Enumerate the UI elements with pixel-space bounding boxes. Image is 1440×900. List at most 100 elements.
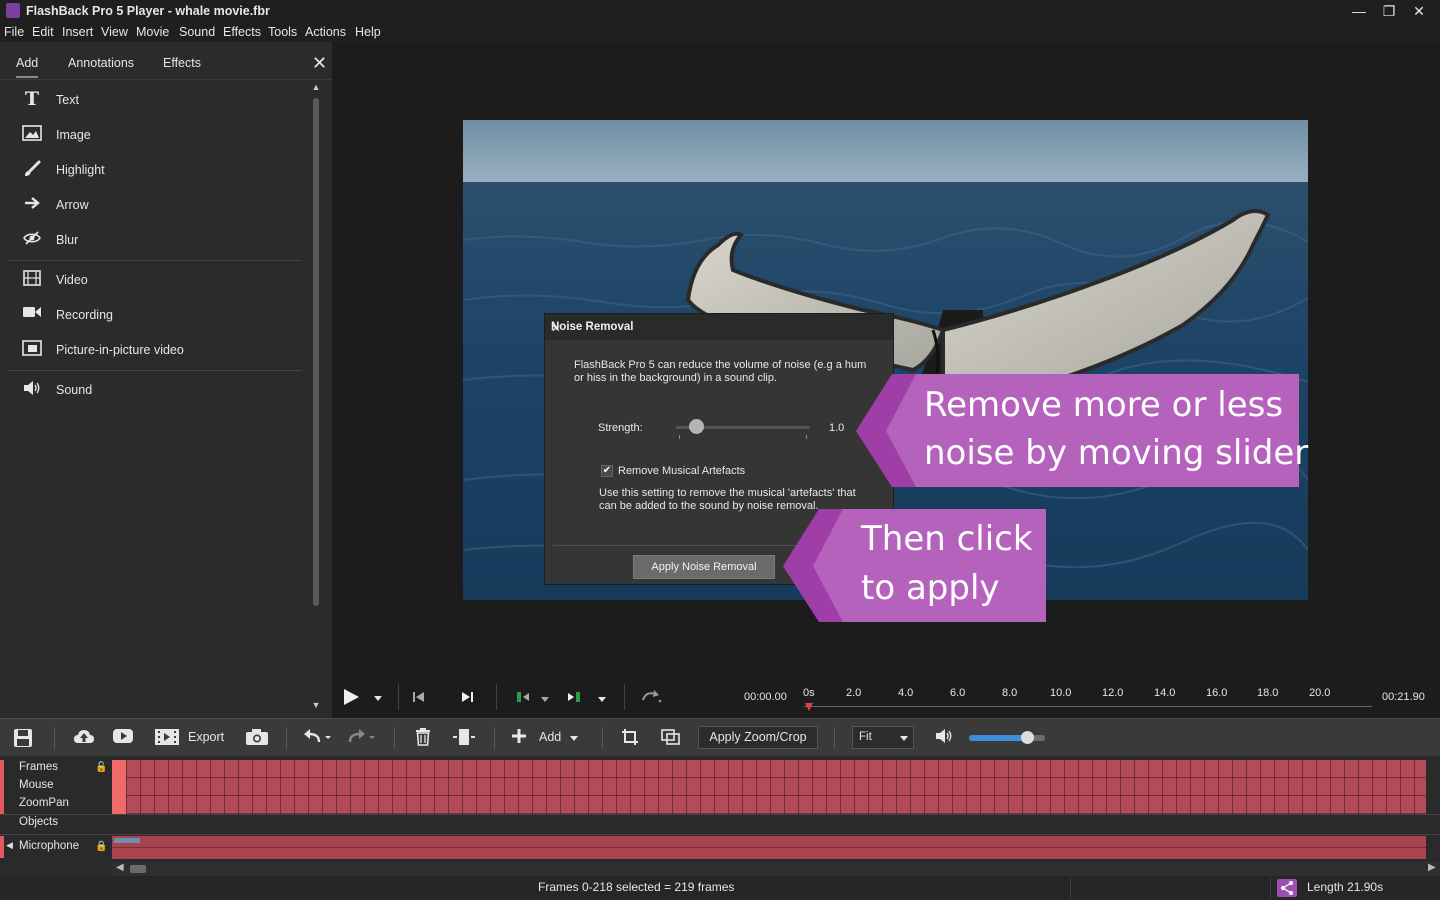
- youtube-icon[interactable]: [112, 728, 134, 749]
- microphone-waveform-track[interactable]: [112, 836, 1426, 859]
- skip-end-icon[interactable]: [460, 690, 474, 707]
- add-item-pip[interactable]: Picture-in-picture video: [8, 333, 302, 367]
- lock-icon[interactable]: 🔓: [95, 762, 107, 773]
- close-window-button[interactable]: ✕: [1404, 2, 1434, 20]
- add-item-arrow[interactable]: Arrow: [8, 188, 302, 222]
- crop-icon[interactable]: [621, 728, 639, 751]
- scroll-left-icon[interactable]: ◀: [116, 862, 124, 873]
- add-plus-icon[interactable]: [511, 728, 527, 749]
- add-item-label: Sound: [56, 383, 93, 397]
- dialog-titlebar: Noise Removal ✕: [545, 314, 893, 340]
- menu-file[interactable]: File: [4, 25, 24, 39]
- volume-slider-track[interactable]: [969, 731, 1045, 744]
- lock-icon[interactable]: 🔒: [95, 841, 107, 852]
- mark-in-icon[interactable]: [516, 690, 532, 707]
- tab-add[interactable]: Add: [16, 56, 39, 78]
- menu-help[interactable]: Help: [355, 25, 381, 39]
- chevron-down-icon[interactable]: [570, 736, 578, 741]
- divider: [8, 260, 302, 261]
- menu-movie[interactable]: Movie: [136, 25, 169, 39]
- scroll-right-icon[interactable]: ▶: [1428, 862, 1436, 873]
- add-button[interactable]: Add: [539, 730, 561, 744]
- redo-icon[interactable]: [346, 728, 376, 751]
- scroll-up-icon[interactable]: ▲: [310, 82, 322, 94]
- restore-button[interactable]: ❐: [1374, 2, 1404, 20]
- text-icon: T: [24, 88, 40, 110]
- panel-scrollbar[interactable]: ▲ ▼: [310, 82, 322, 712]
- share-icon[interactable]: [1277, 879, 1297, 897]
- tab-annotations[interactable]: Annotations: [68, 56, 134, 70]
- add-item-text[interactable]: T Text: [8, 83, 302, 117]
- timeline-tick-label: 4.0: [898, 687, 914, 699]
- zoom-frames-icon[interactable]: [661, 728, 681, 751]
- chevron-down-icon[interactable]: [541, 697, 549, 702]
- status-bar: Frames 0-218 selected = 219 frames Lengt…: [0, 876, 1440, 900]
- add-item-sound[interactable]: Sound: [8, 373, 302, 407]
- menu-actions[interactable]: Actions: [305, 25, 346, 39]
- loop-icon[interactable]: [640, 688, 662, 707]
- add-item-label: Image: [56, 128, 91, 142]
- volume-slider-handle[interactable]: [1021, 731, 1034, 744]
- image-icon: [22, 125, 42, 143]
- add-item-image[interactable]: Image: [8, 118, 302, 152]
- timeline-tick-label: 8.0: [1002, 687, 1018, 699]
- app-logo-icon: [6, 3, 20, 18]
- cut-frames-icon[interactable]: [452, 728, 478, 751]
- add-item-video[interactable]: Video: [8, 263, 302, 297]
- close-panel-icon[interactable]: ✕: [312, 53, 327, 74]
- undo-icon[interactable]: [303, 728, 331, 751]
- menu-view[interactable]: View: [101, 25, 128, 39]
- add-item-label: Recording: [56, 308, 113, 322]
- dialog-close-icon[interactable]: ✕: [551, 321, 881, 335]
- skip-start-icon[interactable]: [412, 690, 426, 707]
- divider: [834, 727, 835, 749]
- scrollbar-thumb[interactable]: [313, 98, 319, 606]
- export-film-icon[interactable]: [154, 728, 180, 751]
- track-label-zoompan: ZoomPan: [19, 797, 69, 809]
- chevron-down-icon[interactable]: [374, 696, 382, 701]
- divider: [1270, 878, 1271, 898]
- checkbox-label: Remove Musical Artefacts: [618, 465, 746, 477]
- save-icon[interactable]: [13, 728, 33, 753]
- divider: [624, 684, 625, 710]
- divider: [0, 814, 1440, 815]
- add-item-blur[interactable]: Blur: [8, 223, 302, 257]
- tab-effects[interactable]: Effects: [163, 56, 201, 70]
- play-icon[interactable]: [344, 689, 359, 705]
- speaker-small-icon[interactable]: ◀: [6, 840, 13, 851]
- add-item-recording[interactable]: Recording: [8, 298, 302, 332]
- volume-icon[interactable]: [934, 728, 954, 749]
- selected-frame-column[interactable]: [112, 760, 126, 814]
- divider: [394, 727, 395, 749]
- playhead-marker[interactable]: [805, 703, 813, 711]
- mark-out-icon[interactable]: [566, 690, 582, 707]
- menu-insert[interactable]: Insert: [62, 25, 93, 39]
- timeline-ruler[interactable]: [804, 706, 1372, 707]
- scrollbar-thumb[interactable]: [130, 865, 146, 873]
- menu-edit[interactable]: Edit: [32, 25, 54, 39]
- strength-slider-handle[interactable]: [689, 419, 704, 434]
- fit-select[interactable]: Fit: [852, 726, 914, 749]
- apply-zoom-crop-button[interactable]: Apply Zoom/Crop: [698, 726, 818, 749]
- menu-tools[interactable]: Tools: [268, 25, 297, 39]
- export-button[interactable]: Export: [188, 730, 224, 744]
- length-status: Length 21.90s: [1307, 880, 1384, 894]
- menu-sound[interactable]: Sound: [179, 25, 215, 39]
- delete-trash-icon[interactable]: [415, 728, 431, 751]
- timeline-tick-label: 16.0: [1206, 687, 1228, 699]
- apply-noise-removal-button[interactable]: Apply Noise Removal: [633, 555, 775, 579]
- chevron-down-icon[interactable]: [598, 697, 606, 702]
- add-item-label: Video: [56, 273, 88, 287]
- frames-track-strip[interactable]: [112, 760, 1426, 814]
- menu-bar: File Edit Insert View Movie Sound Effect…: [0, 22, 1440, 42]
- remove-artefacts-checkbox[interactable]: ✔: [601, 465, 613, 477]
- divider: [398, 684, 399, 710]
- help-text-line1: Use this setting to remove the musical '…: [599, 487, 856, 499]
- add-item-highlight[interactable]: Highlight: [8, 153, 302, 187]
- timeline-h-scrollbar[interactable]: ◀ ▶: [112, 862, 1440, 876]
- minimize-button[interactable]: —: [1344, 2, 1374, 20]
- snapshot-camera-icon[interactable]: [245, 728, 269, 751]
- upload-cloud-icon[interactable]: [73, 728, 95, 751]
- menu-effects[interactable]: Effects: [223, 25, 261, 39]
- scroll-down-icon[interactable]: ▼: [310, 700, 322, 712]
